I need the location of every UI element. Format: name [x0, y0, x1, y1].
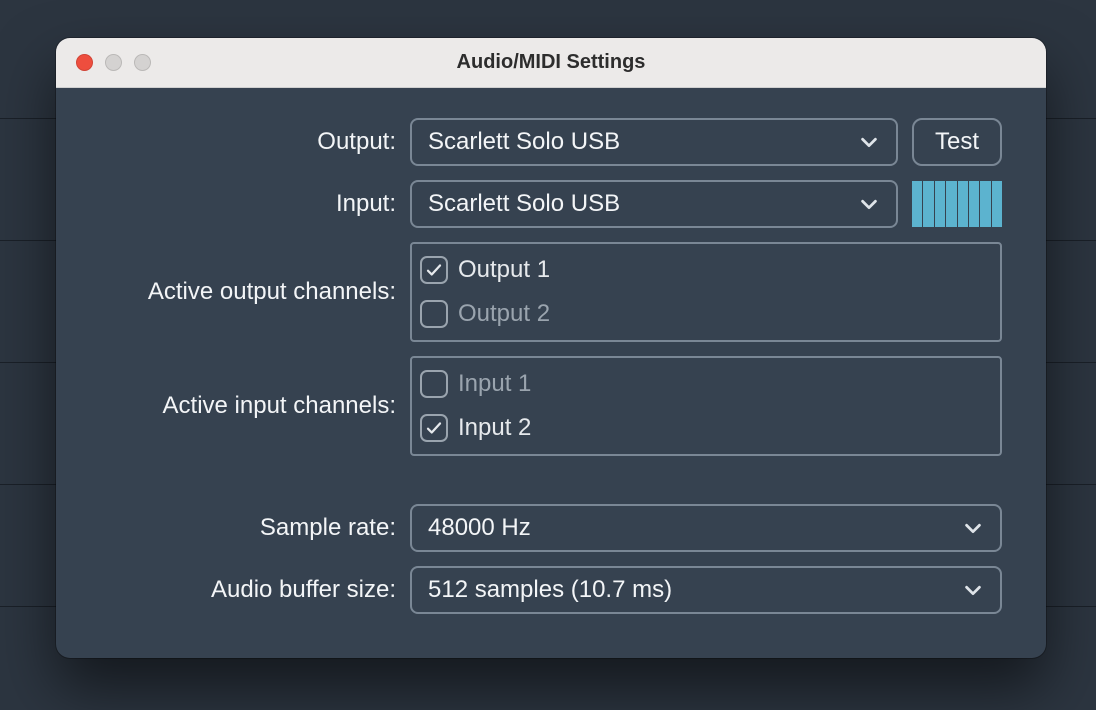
- active-input-label: Active input channels:: [86, 392, 396, 420]
- window-title: Audio/MIDI Settings: [56, 51, 1046, 74]
- active-output-row: Active output channels: Output 1 Output 2: [86, 242, 1002, 342]
- window-controls: [56, 54, 151, 71]
- sample-rate-row: Sample rate: 48000 Hz: [86, 504, 1002, 552]
- input-device-select[interactable]: Scarlett Solo USB: [410, 180, 898, 228]
- chevron-down-icon: [858, 131, 880, 153]
- output-device-value: Scarlett Solo USB: [428, 128, 858, 156]
- input-level-meter: [912, 181, 1002, 227]
- meter-segment: [912, 181, 922, 227]
- meter-segment: [980, 181, 990, 227]
- chevron-down-icon: [858, 193, 880, 215]
- active-input-row: Active input channels: Input 1 Input 2: [86, 356, 1002, 456]
- meter-segment: [969, 181, 979, 227]
- zoom-icon[interactable]: [134, 54, 151, 71]
- settings-window: Audio/MIDI Settings Output: Scarlett Sol…: [56, 38, 1046, 658]
- output-row: Output: Scarlett Solo USB Test: [86, 118, 1002, 166]
- output-channel-item: Output 1: [418, 250, 994, 290]
- titlebar: Audio/MIDI Settings: [56, 38, 1046, 88]
- settings-content: Output: Scarlett Solo USB Test Input: Sc…: [56, 88, 1046, 644]
- sample-rate-value: 48000 Hz: [428, 514, 962, 542]
- output-label: Output:: [86, 118, 396, 166]
- meter-segment: [923, 181, 933, 227]
- output-channel-label: Output 1: [458, 256, 550, 284]
- input-channel-label: Input 2: [458, 414, 531, 442]
- meter-segment: [946, 181, 956, 227]
- buffer-size-select[interactable]: 512 samples (10.7 ms): [410, 566, 1002, 614]
- input-channel-checkbox[interactable]: [420, 414, 448, 442]
- chevron-down-icon: [962, 517, 984, 539]
- meter-segment: [992, 181, 1002, 227]
- sample-rate-label: Sample rate:: [86, 504, 396, 552]
- output-channel-label: Output 2: [458, 300, 550, 328]
- sample-rate-select[interactable]: 48000 Hz: [410, 504, 1002, 552]
- buffer-size-label: Audio buffer size:: [86, 566, 396, 614]
- minimize-icon[interactable]: [105, 54, 122, 71]
- input-row: Input: Scarlett Solo USB: [86, 180, 1002, 228]
- meter-segment: [935, 181, 945, 227]
- output-channel-checkbox[interactable]: [420, 300, 448, 328]
- buffer-size-value: 512 samples (10.7 ms): [428, 576, 962, 604]
- test-button-label: Test: [935, 128, 979, 156]
- input-channel-checkbox[interactable]: [420, 370, 448, 398]
- chevron-down-icon: [962, 579, 984, 601]
- input-device-value: Scarlett Solo USB: [428, 190, 858, 218]
- input-channel-item: Input 1: [418, 364, 994, 404]
- input-channel-item: Input 2: [418, 408, 994, 448]
- input-channel-label: Input 1: [458, 370, 531, 398]
- meter-segment: [958, 181, 968, 227]
- input-channels-box: Input 1 Input 2: [410, 356, 1002, 456]
- spacer: [86, 470, 1002, 490]
- output-channel-item: Output 2: [418, 294, 994, 334]
- output-device-select[interactable]: Scarlett Solo USB: [410, 118, 898, 166]
- buffer-size-row: Audio buffer size: 512 samples (10.7 ms): [86, 566, 1002, 614]
- output-channels-box: Output 1 Output 2: [410, 242, 1002, 342]
- close-icon[interactable]: [76, 54, 93, 71]
- test-button[interactable]: Test: [912, 118, 1002, 166]
- output-channel-checkbox[interactable]: [420, 256, 448, 284]
- input-label: Input:: [86, 180, 396, 228]
- active-output-label: Active output channels:: [86, 278, 396, 306]
